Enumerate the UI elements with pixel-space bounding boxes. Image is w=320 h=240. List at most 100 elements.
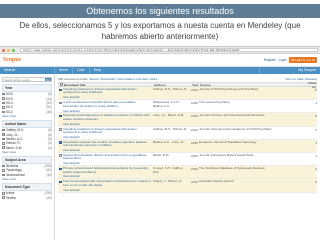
- tab-search[interactable]: Search: [0, 67, 55, 74]
- result-title-link[interactable]: A pilot randomized controlled trial of p…: [63, 101, 151, 108]
- col-title[interactable]: Document title: [64, 83, 154, 87]
- result-title-link[interactable]: Association between the number of autism…: [63, 141, 151, 148]
- year-view-more-link[interactable]: View more: [2, 114, 52, 118]
- facet-checkbox[interactable]: [2, 137, 5, 141]
- result-cited-by[interactable]: 3: [309, 141, 317, 145]
- result-title-link[interactable]: Developmental trajectories of adaptive b…: [63, 114, 151, 121]
- view-abstract-link[interactable]: View abstract: [63, 188, 151, 192]
- result-authors[interactable]: Whitehouse, A.J.O., Belden, A.C.: [153, 101, 189, 108]
- result-authors[interactable]: Gaffrey, M.S., Tillman, R.: [153, 88, 189, 91]
- search-within-input[interactable]: Search within results...: [3, 78, 45, 82]
- facet-doctype-heading[interactable]: Document Type: [2, 183, 52, 192]
- facet-checkbox[interactable]: [2, 196, 5, 199]
- results-actions[interactable]: Export | Download | View citation overvi…: [90, 77, 160, 81]
- result-authors[interactable]: Cooper, S.H., Gaffrey, M.S.: [153, 167, 189, 174]
- result-source[interactable]: Journal of the American Academy of Child…: [199, 128, 308, 131]
- view-abstract-link[interactable]: View abstract: [63, 148, 151, 152]
- facet-checkbox[interactable]: [2, 133, 5, 136]
- result-source[interactable]: European Journal of Paediatric Neurology: [199, 141, 308, 144]
- result-source[interactable]: The Lancet Psychiatry: [199, 101, 308, 104]
- view-abstract-link[interactable]: View abstract: [63, 109, 151, 113]
- content-area: Search within results... Go Year 2016 (8)…: [0, 74, 320, 240]
- register-link[interactable]: Register: [264, 58, 276, 62]
- facet-label: Belden, A.C.: [5, 136, 24, 141]
- maximize-window-icon[interactable]: [12, 48, 15, 52]
- result-title-link[interactable]: Social communication deficits and autism…: [63, 154, 151, 161]
- tab-help[interactable]: Help: [90, 67, 260, 74]
- subject-view-more-link[interactable]: View more: [2, 177, 52, 181]
- result-cited-by[interactable]: 2: [309, 128, 317, 132]
- view-abstract-link[interactable]: View abstract: [63, 161, 151, 165]
- view-abstract-link[interactable]: View abstract: [63, 122, 151, 126]
- result-checkbox[interactable]: [59, 167, 62, 171]
- result-checkbox[interactable]: [59, 128, 62, 131]
- tab-my-scopus[interactable]: My Scopus: [260, 67, 320, 74]
- close-window-icon[interactable]: [2, 48, 5, 52]
- browser-toolbar: https://www.scopus.com/results/results.u…: [0, 47, 320, 54]
- facet-checkbox[interactable]: [2, 110, 5, 113]
- result-title-link[interactable]: Factors associated with colonization of …: [63, 180, 151, 187]
- result-authors[interactable]: Gaffrey, M.S., Tillman, R.: [153, 128, 189, 131]
- select-all-checkbox[interactable]: [60, 83, 63, 86]
- result-title-link[interactable]: Travelling predictors in infancy associa…: [63, 88, 151, 95]
- view-abstract-link[interactable]: View abstract: [63, 95, 151, 99]
- result-title-link[interactable]: Travelling predictors in infancy associa…: [63, 128, 151, 135]
- result-source[interactable]: Journal of Evidence-Based Social Work: [199, 154, 308, 157]
- result-source[interactable]: Australian Dental Journal: [199, 180, 308, 183]
- search-within-results: Search within results... Go: [2, 77, 52, 82]
- login-link[interactable]: Login: [279, 58, 287, 62]
- facet-author-heading[interactable]: Author Name: [2, 119, 52, 128]
- facet-checkbox[interactable]: [2, 101, 5, 105]
- view-abstract-link[interactable]: View abstract: [63, 135, 151, 139]
- author-view-more-link[interactable]: View more: [2, 150, 52, 154]
- result-cited-by[interactable]: 0: [309, 114, 317, 118]
- view-abstract-link[interactable]: View abstract: [63, 174, 151, 178]
- result-authors[interactable]: Belden, A.C., Luby, J.L.: [153, 141, 189, 144]
- col-source[interactable]: Source: [200, 83, 308, 87]
- result-source[interactable]: Journal of Child Psychology and Psychiat…: [199, 88, 308, 91]
- result-authors[interactable]: Barch, D.M.: [153, 154, 189, 157]
- minimize-window-icon[interactable]: [7, 48, 10, 52]
- result-cited-by[interactable]: 1: [309, 101, 317, 105]
- institution-badge: Brought to you by: [289, 57, 317, 63]
- facet-checkbox[interactable]: [2, 97, 5, 100]
- result-cited-by[interactable]: 0: [309, 88, 317, 92]
- facet-checkbox[interactable]: [2, 192, 5, 195]
- address-bar[interactable]: https://www.scopus.com/results/results.u…: [20, 48, 318, 52]
- tab-alerts[interactable]: Alerts: [55, 67, 74, 74]
- facet-year-heading[interactable]: Year: [2, 84, 52, 92]
- facet-label: Article: [5, 191, 15, 196]
- facet-label: Psychology: [5, 168, 22, 173]
- doctype-facet-item[interactable]: Review (40): [2, 195, 52, 200]
- result-source[interactable]: Journal of Autism and Developmental Diso…: [199, 114, 308, 117]
- result-source[interactable]: The Cochrane Database of Systematic Revi…: [199, 167, 308, 170]
- facet-checkbox[interactable]: [2, 92, 5, 96]
- result-row: Primary school-based behavioural interve…: [58, 166, 317, 180]
- col-year[interactable]: Year: [192, 83, 200, 87]
- facet-checkbox[interactable]: [2, 128, 5, 132]
- result-cited-by[interactable]: 4: [309, 167, 317, 171]
- result-authors[interactable]: Luby, J.L., Barch, D.M.: [153, 114, 189, 117]
- facet-checkbox[interactable]: [2, 164, 5, 168]
- result-checkbox[interactable]: [59, 101, 62, 105]
- facet-doctype-list: Article (190) Review (40): [2, 191, 52, 200]
- result-title-link[interactable]: Primary school-based behavioural interve…: [63, 167, 151, 174]
- facet-checkbox[interactable]: [2, 146, 5, 149]
- tab-lists[interactable]: Lists: [73, 67, 90, 74]
- facet-checkbox[interactable]: [2, 169, 5, 172]
- facet-checkbox[interactable]: [2, 106, 5, 109]
- result-checkbox[interactable]: [59, 88, 62, 91]
- result-authors[interactable]: Zhang, Y., Tillman, R.: [153, 180, 189, 183]
- result-checkbox[interactable]: [59, 154, 62, 157]
- facet-checkbox[interactable]: [2, 142, 5, 145]
- result-cited-by[interactable]: 0: [309, 180, 317, 184]
- facet-subject-heading[interactable]: Subject Area: [2, 155, 52, 164]
- col-authors[interactable]: Authors: [154, 83, 192, 87]
- result-checkbox[interactable]: [59, 114, 62, 118]
- result-checkbox[interactable]: [59, 141, 62, 144]
- result-cited-by[interactable]: 1: [309, 154, 317, 158]
- facet-checkbox[interactable]: [2, 173, 5, 177]
- search-within-button[interactable]: Go: [45, 78, 51, 82]
- scopus-logo[interactable]: Scopus: [3, 57, 21, 63]
- result-checkbox[interactable]: [59, 180, 62, 184]
